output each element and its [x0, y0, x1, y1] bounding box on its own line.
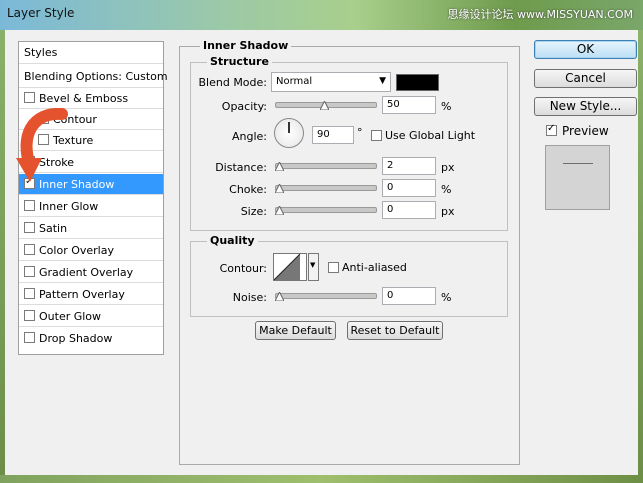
size-input[interactable]: 0 — [382, 201, 436, 219]
make-default-button[interactable]: Make Default — [255, 321, 336, 340]
styles-header[interactable]: Styles — [19, 42, 163, 64]
size-slider-thumb[interactable] — [275, 206, 284, 215]
preview-line — [563, 163, 593, 164]
styles-list: Styles Blending Options: Custom Bevel & … — [18, 41, 168, 355]
opacity-unit: % — [441, 100, 452, 113]
blend-mode-select[interactable]: Normal ▼ — [271, 72, 391, 92]
ok-button[interactable]: OK — [534, 40, 637, 59]
structure-group: Structure Blend Mode: Normal ▼ Opacity: … — [190, 55, 508, 231]
blend-mode-value: Normal — [276, 76, 313, 87]
angle-unit: ° — [357, 126, 363, 139]
style-item-inner-glow[interactable]: Inner Glow — [19, 196, 163, 217]
noise-input[interactable]: 0 — [382, 287, 436, 305]
style-item-outer-glow[interactable]: Outer Glow — [19, 306, 163, 327]
outer-glow-label: Outer Glow — [39, 310, 102, 323]
size-label: Size: — [240, 205, 267, 218]
style-item-satin[interactable]: Satin — [19, 218, 163, 239]
shadow-color-swatch[interactable] — [396, 74, 439, 91]
blending-options-item[interactable]: Blending Options: Custom — [19, 64, 168, 88]
layer-style-dialog: Layer Style 思缘设计论坛 www.MISSYUAN.COM Styl… — [0, 0, 643, 483]
chevron-down-icon: ▼ — [310, 261, 316, 269]
drop-shadow-label: Drop Shadow — [39, 332, 113, 345]
title-bar[interactable]: Layer Style 思缘设计论坛 www.MISSYUAN.COM — [0, 0, 643, 30]
opacity-input[interactable]: 50 — [382, 96, 436, 114]
styles-header-label: Styles — [24, 46, 58, 59]
preview-label: Preview — [562, 124, 609, 138]
color-overlay-label: Color Overlay — [39, 244, 114, 257]
watermark-text: 思缘设计论坛 www.MISSYUAN.COM — [447, 8, 633, 21]
opacity-label: Opacity: — [221, 100, 267, 113]
new-style-button[interactable]: New Style... — [534, 97, 637, 116]
gradient-overlay-checkbox[interactable] — [24, 266, 35, 277]
cancel-button[interactable]: Cancel — [534, 69, 637, 88]
color-overlay-checkbox[interactable] — [24, 244, 35, 255]
window-edge-right — [638, 30, 643, 475]
noise-slider-thumb[interactable] — [275, 292, 284, 301]
distance-unit: px — [441, 161, 455, 174]
global-light-label: Use Global Light — [385, 129, 476, 142]
anti-aliased-label: Anti-aliased — [342, 261, 407, 274]
angle-dial-needle — [288, 122, 290, 133]
drop-shadow-checkbox[interactable] — [24, 332, 35, 343]
blending-options-label: Blending Options: Custom — [24, 70, 168, 83]
checkmark-icon: ✓ — [547, 123, 556, 134]
style-item-bevel-emboss[interactable]: Bevel & Emboss — [19, 88, 163, 109]
bevel-emboss-checkbox[interactable] — [24, 92, 35, 103]
choke-label: Choke: — [229, 183, 267, 196]
satin-label: Satin — [39, 222, 68, 235]
inner-shadow-title: Inner Shadow — [200, 39, 292, 52]
inner-shadow-panel: Inner Shadow Structure Blend Mode: Norma… — [179, 39, 520, 465]
choke-unit: % — [441, 183, 452, 196]
reset-to-default-button[interactable]: Reset to Default — [347, 321, 443, 340]
contour-curve-icon — [274, 254, 301, 280]
style-item-pattern-overlay[interactable]: Pattern Overlay — [19, 284, 163, 305]
window-title: Layer Style — [7, 6, 75, 20]
angle-dial[interactable] — [274, 118, 304, 148]
pattern-overlay-checkbox[interactable] — [24, 288, 35, 299]
quality-legend: Quality — [207, 234, 258, 247]
noise-label: Noise: — [232, 291, 267, 304]
style-item-color-overlay[interactable]: Color Overlay — [19, 240, 163, 261]
angle-label: Angle: — [231, 130, 267, 143]
size-unit: px — [441, 205, 455, 218]
noise-unit: % — [441, 291, 452, 304]
opacity-slider-thumb[interactable] — [320, 101, 329, 110]
red-arrow-icon — [16, 108, 68, 182]
satin-checkbox[interactable] — [24, 222, 35, 233]
bevel-emboss-label: Bevel & Emboss — [39, 92, 129, 105]
contour-label: Contour: — [219, 262, 267, 275]
preview-thumbnail — [545, 145, 610, 210]
global-light-checkbox[interactable] — [371, 130, 382, 141]
size-slider[interactable] — [275, 207, 377, 213]
choke-slider[interactable] — [275, 185, 377, 191]
distance-input[interactable]: 2 — [382, 157, 436, 175]
preview-checkbox[interactable]: ✓ — [546, 123, 557, 136]
noise-slider[interactable] — [275, 293, 377, 299]
style-item-drop-shadow[interactable]: Drop Shadow — [19, 328, 163, 349]
window-edge-left — [0, 30, 5, 475]
style-item-gradient-overlay[interactable]: Gradient Overlay — [19, 262, 163, 283]
anti-aliased-checkbox[interactable] — [328, 262, 339, 273]
pattern-overlay-label: Pattern Overlay — [39, 288, 125, 301]
window-edge-bottom — [0, 475, 643, 483]
blend-mode-label: Blend Mode: — [198, 76, 268, 89]
outer-glow-checkbox[interactable] — [24, 310, 35, 321]
distance-label: Distance: — [215, 161, 267, 174]
distance-slider[interactable] — [275, 163, 377, 169]
contour-dropdown[interactable]: ▼ — [308, 253, 319, 281]
distance-slider-thumb[interactable] — [275, 162, 284, 171]
quality-group: Quality Contour: ▼ Anti-aliased Noise: 0… — [190, 234, 508, 317]
choke-input[interactable]: 0 — [382, 179, 436, 197]
gradient-overlay-label: Gradient Overlay — [39, 266, 134, 279]
angle-input[interactable]: 90 — [312, 126, 354, 144]
inner-glow-checkbox[interactable] — [24, 200, 35, 211]
contour-picker[interactable] — [273, 253, 307, 281]
chevron-down-icon: ▼ — [379, 76, 386, 86]
choke-slider-thumb[interactable] — [275, 184, 284, 193]
structure-legend: Structure — [207, 55, 272, 68]
inner-glow-label: Inner Glow — [39, 200, 99, 213]
